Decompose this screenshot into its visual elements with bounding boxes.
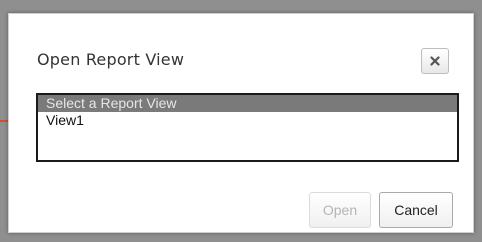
list-option-select-report-view[interactable]: Select a Report View — [38, 95, 457, 112]
close-icon — [430, 56, 440, 66]
close-button[interactable] — [421, 48, 449, 74]
cancel-button[interactable]: Cancel — [379, 192, 453, 228]
backdrop-accent — [0, 120, 8, 122]
open-report-view-dialog: Open Report View Select a Report View Vi… — [8, 13, 474, 233]
dialog-title: Open Report View — [37, 50, 185, 69]
report-view-listbox[interactable]: Select a Report View View1 — [36, 93, 459, 162]
open-button[interactable]: Open — [309, 192, 371, 228]
list-option-view1[interactable]: View1 — [38, 112, 457, 129]
